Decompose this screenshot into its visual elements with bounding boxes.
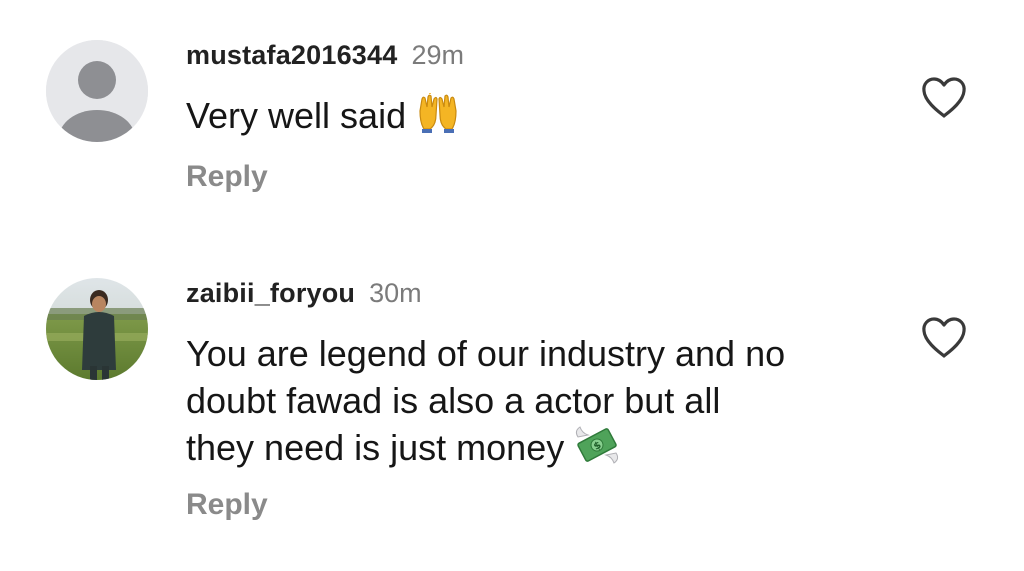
comment-text-line: they need is just money — [186, 427, 565, 468]
username[interactable]: zaibii_foryou — [186, 278, 355, 308]
comment-text-line: You are legend of our industry and no — [186, 333, 786, 374]
heart-icon — [922, 317, 966, 358]
money-with-wings-icon: $ — [574, 425, 620, 476]
profile-photo — [46, 278, 148, 380]
timestamp: 30m — [369, 278, 422, 308]
comment-header: mustafa2016344 29m — [186, 38, 464, 72]
comment-header: zaibii_foryou 30m — [186, 276, 422, 310]
username[interactable]: mustafa2016344 — [186, 40, 397, 70]
comment-item: mustafa2016344 29m Very well said Reply — [0, 0, 1024, 250]
comment-item: zaibii_foryou 30m You are legend of our i… — [0, 250, 1024, 571]
comment-text-line-last: they need is just money $ — [186, 424, 886, 476]
comment-text: Very well said — [186, 88, 886, 144]
heart-icon — [922, 77, 966, 118]
reply-button[interactable]: Reply — [186, 488, 268, 522]
like-button[interactable] — [920, 76, 968, 120]
raised-hands-icon — [416, 88, 460, 144]
comment-text: You are legend of our industry and no do… — [186, 330, 886, 476]
timestamp: 29m — [411, 40, 464, 70]
reply-button[interactable]: Reply — [186, 160, 268, 194]
default-user-icon — [46, 40, 148, 142]
like-button[interactable] — [920, 316, 968, 360]
comment-text-line: doubt fawad is also a actor but all — [186, 380, 721, 421]
comment-text-line: Very well said — [186, 95, 407, 136]
avatar[interactable] — [46, 40, 148, 142]
avatar[interactable] — [46, 278, 148, 380]
